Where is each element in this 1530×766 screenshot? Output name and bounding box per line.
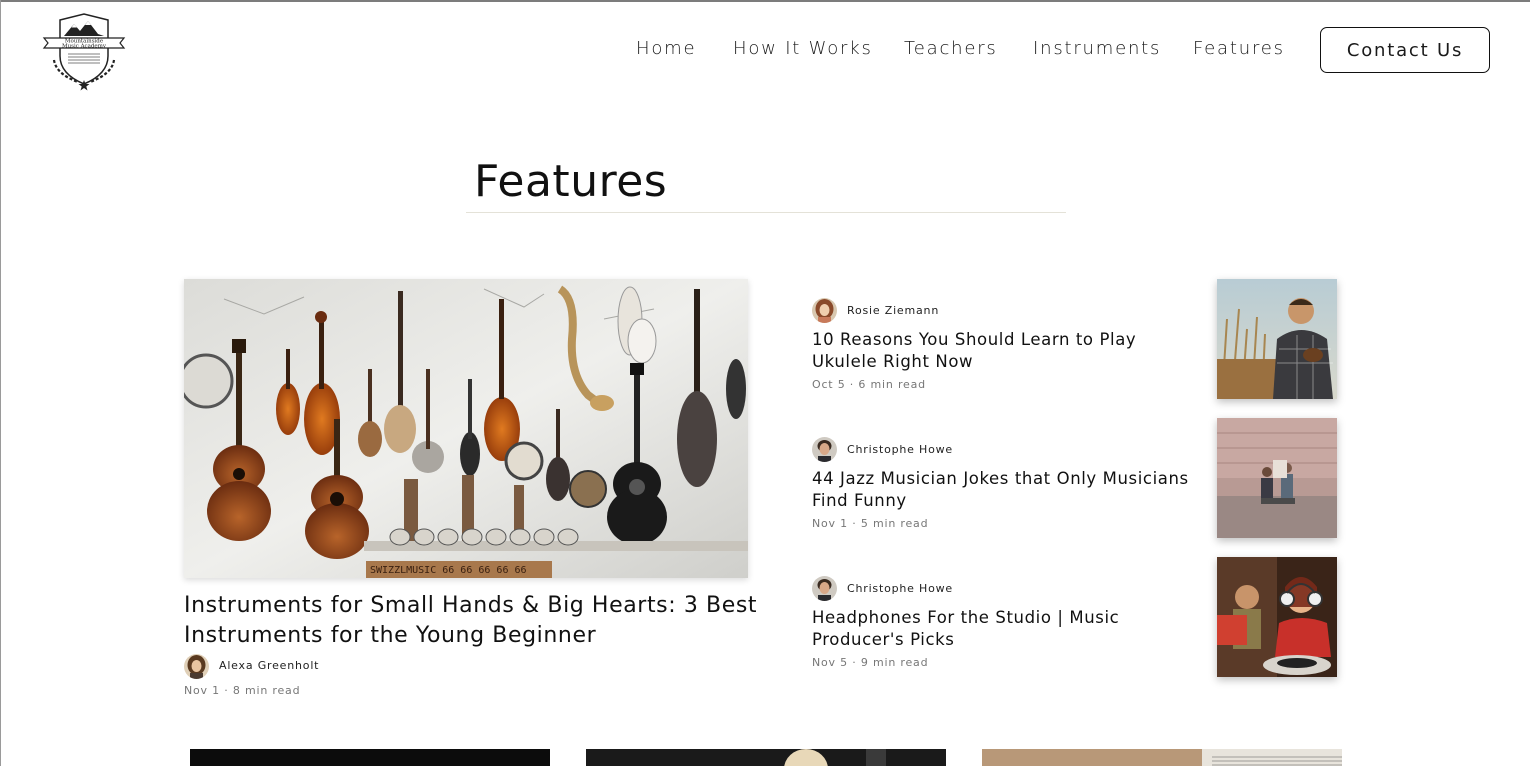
post-card[interactable]: Christophe Howe 44 Jazz Musician Jokes t… xyxy=(812,418,1337,539)
post-card[interactable]: Christophe Howe Headphones For the Studi… xyxy=(812,557,1337,678)
post-title[interactable]: 10 Reasons You Should Learn to Play Ukul… xyxy=(812,329,1207,373)
post-author-avatar xyxy=(812,576,837,601)
featured-post-image[interactable]: SWIZZLMUSIC 66 66 66 66 66 xyxy=(184,279,748,578)
post-meta: Nov 1 · 5 min read xyxy=(812,517,929,530)
ukulele-player-photo xyxy=(1217,279,1337,399)
post-card[interactable]: Rosie Ziemann 10 Reasons You Should Lear… xyxy=(812,279,1337,400)
nav-item-home[interactable]: Home xyxy=(636,38,696,59)
featured-post-title[interactable]: Instruments for Small Hands & Big Hearts… xyxy=(184,591,764,651)
post-meta: Oct 5 · 6 min read xyxy=(812,378,926,391)
card-photo xyxy=(586,749,946,766)
author-avatar-icon xyxy=(812,576,837,601)
author-avatar-icon xyxy=(184,654,209,679)
featured-author-name[interactable]: Alexa Greenholt xyxy=(219,659,319,672)
post-author-avatar xyxy=(812,298,837,323)
window-left-border xyxy=(0,0,1,766)
nav-item-teachers[interactable]: Teachers xyxy=(904,38,998,59)
author-avatar-icon xyxy=(812,437,837,462)
featured-author-avatar xyxy=(184,654,209,679)
nav-item-instruments[interactable]: Instruments xyxy=(1033,38,1161,59)
sheet-music-photo xyxy=(982,749,1342,766)
post-card-bottom[interactable] xyxy=(586,749,946,766)
post-author-name[interactable]: Christophe Howe xyxy=(847,443,953,456)
post-card-bottom[interactable] xyxy=(982,749,1342,766)
retro-headphones-photo xyxy=(1217,557,1337,677)
post-author-name[interactable]: Rosie Ziemann xyxy=(847,304,939,317)
instrument-wall-photo: SWIZZLMUSIC 66 66 66 66 66 xyxy=(184,279,748,578)
nav-item-features[interactable]: Features xyxy=(1193,38,1285,59)
post-thumbnail[interactable] xyxy=(1217,279,1337,399)
contact-us-button[interactable]: Contact Us xyxy=(1320,27,1490,73)
title-divider xyxy=(466,212,1066,213)
post-thumbnail[interactable] xyxy=(1217,418,1337,538)
post-author-avatar xyxy=(812,437,837,462)
post-thumbnail[interactable] xyxy=(1217,557,1337,677)
post-author-name[interactable]: Christophe Howe xyxy=(847,582,953,595)
author-avatar-icon xyxy=(812,298,837,323)
featured-image-sign: SWIZZLMUSIC 66 66 66 66 66 xyxy=(370,565,527,576)
post-title[interactable]: Headphones For the Studio | Music Produc… xyxy=(812,607,1207,651)
nav-item-how-it-works[interactable]: How It Works xyxy=(733,38,873,59)
post-meta: Nov 5 · 9 min read xyxy=(812,656,929,669)
post-title[interactable]: 44 Jazz Musician Jokes that Only Musicia… xyxy=(812,468,1207,512)
page-title: Features xyxy=(474,156,668,207)
post-card-bottom[interactable] xyxy=(190,749,550,766)
featured-post-meta: Nov 1 · 8 min read xyxy=(184,684,301,697)
main-nav: Home How It Works Teachers Instruments F… xyxy=(0,0,1530,100)
street-musicians-photo xyxy=(1217,418,1337,538)
